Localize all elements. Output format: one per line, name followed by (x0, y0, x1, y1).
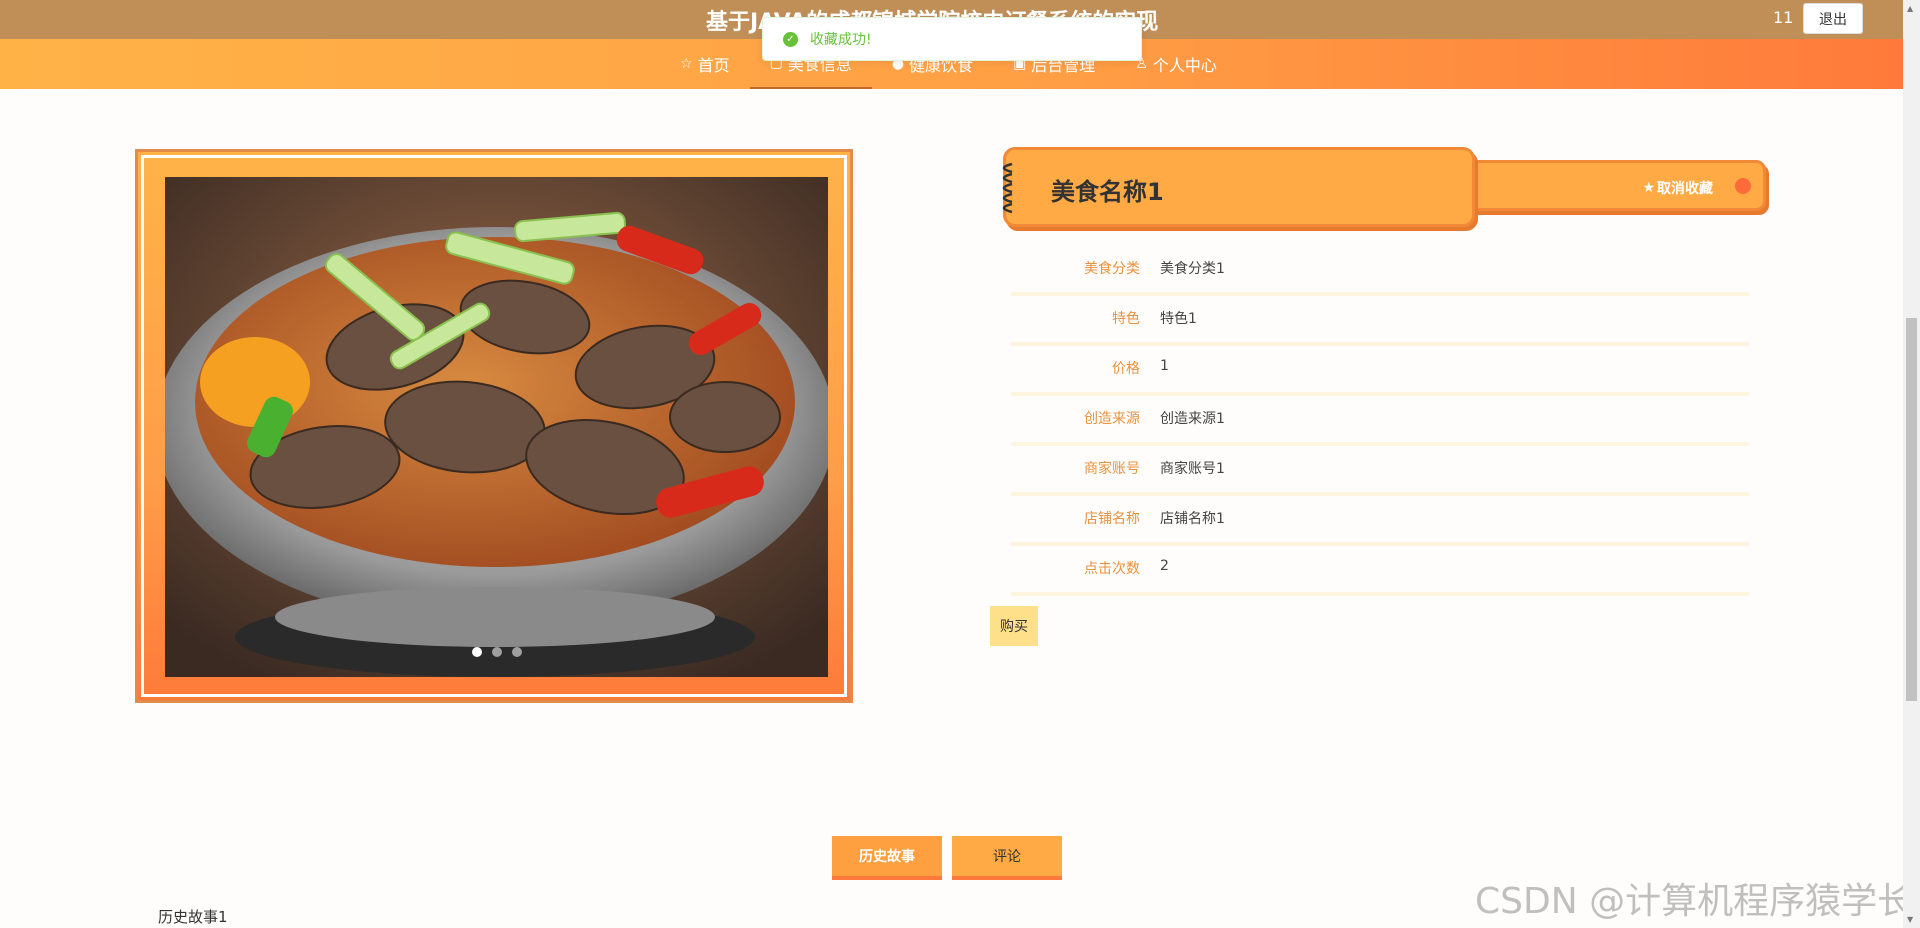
username[interactable]: 11 (1773, 8, 1793, 27)
carousel-dot[interactable] (491, 647, 502, 657)
tab-history[interactable]: 历史故事 (832, 836, 942, 880)
nav-item-label: 首页 (697, 56, 730, 75)
food-photo (165, 177, 828, 677)
page-scrollbar[interactable]: ▲ ▼ (1903, 0, 1920, 928)
row-label: 点击次数 (1084, 561, 1140, 577)
buy-button[interactable]: 购买 (990, 606, 1038, 646)
scroll-up-arrow-icon[interactable]: ▲ (1907, 4, 1913, 13)
logout-button[interactable]: 退出 (1803, 3, 1863, 34)
row-label: 特色 (1112, 311, 1140, 327)
carousel-dot[interactable] (471, 647, 482, 657)
nav-item-home[interactable]: ☆ 首页 (660, 39, 750, 89)
nav-item-label: 个人中心 (1152, 56, 1217, 75)
image-carousel (135, 149, 853, 703)
row-value: 2 (1160, 558, 1169, 574)
tab-content: 历史故事1 (158, 908, 228, 926)
decorative-dot (1735, 178, 1751, 194)
spiral-binding-icon (1002, 162, 1013, 214)
detail-row-shop-name: 店铺名称 店铺名称1 (1011, 496, 1749, 546)
detail-row-origin: 创造来源 创造来源1 (1011, 396, 1749, 446)
row-value: 美食分类1 (1160, 261, 1225, 277)
row-label: 商家账号 (1084, 461, 1140, 477)
row-label: 美食分类 (1084, 261, 1140, 277)
cancel-favorite-button[interactable]: ★ 取消收藏 (1642, 178, 1713, 198)
carousel-dot[interactable] (511, 647, 522, 657)
star-filled-icon: ★ (1642, 180, 1655, 196)
toast-message: 收藏成功! (810, 32, 872, 48)
food-title: 美食名称1 (1051, 178, 1164, 206)
detail-row-feature: 特色 特色1 (1011, 296, 1749, 346)
detail-list: 美食分类 美食分类1 特色 特色1 价格 1 创造来源 创造来源1 商家账号 商… (1011, 246, 1749, 596)
detail-row-merchant-account: 商家账号 商家账号1 (1011, 446, 1749, 496)
row-value: 1 (1160, 358, 1169, 374)
row-value: 创造来源1 (1160, 411, 1225, 427)
success-toast: ✓ 收藏成功! (762, 17, 1142, 61)
carousel-indicators (165, 647, 828, 657)
detail-title-card: 美食名称1 (1002, 147, 1475, 227)
favorite-label: 取消收藏 (1657, 181, 1713, 197)
star-outline-icon: ☆ (680, 56, 693, 72)
row-value: 店铺名称1 (1160, 511, 1225, 527)
detail-row-price: 价格 1 (1011, 346, 1749, 396)
row-label: 价格 (1112, 361, 1140, 377)
scroll-thumb[interactable] (1906, 318, 1917, 701)
check-circle-icon: ✓ (783, 31, 798, 47)
favorite-tab: ★ 取消收藏 (1448, 160, 1766, 211)
scroll-down-arrow-icon[interactable]: ▼ (1907, 915, 1913, 924)
row-label: 店铺名称 (1084, 511, 1140, 527)
detail-row-click-count: 点击次数 2 (1011, 546, 1749, 596)
row-value: 特色1 (1160, 311, 1197, 327)
row-value: 商家账号1 (1160, 461, 1225, 477)
watermark: CSDN @计算机程序猿学长 (1475, 881, 1914, 922)
detail-row-category: 美食分类 美食分类1 (1011, 246, 1749, 296)
row-label: 创造来源 (1084, 411, 1140, 427)
tab-comment[interactable]: 评论 (952, 836, 1062, 880)
